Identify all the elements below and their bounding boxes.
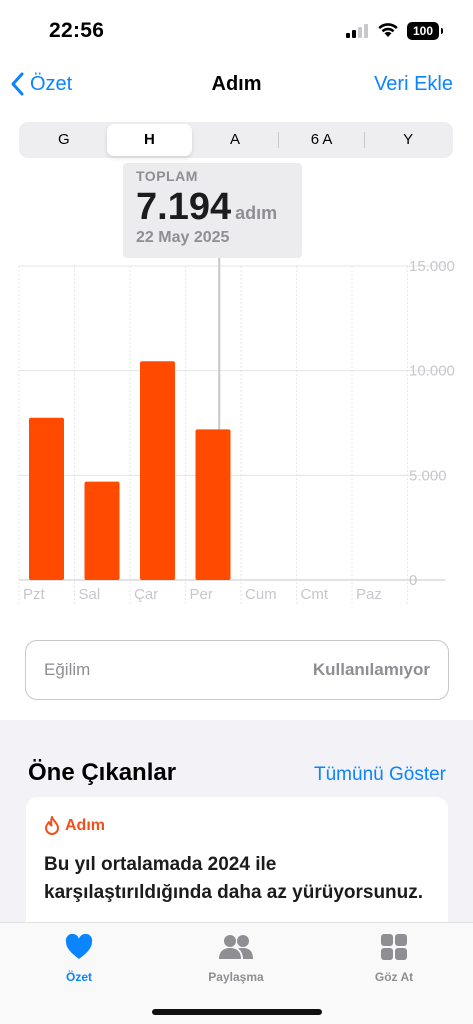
trend-value: Kullanılamıyor: [312, 660, 430, 679]
segment-year[interactable]: Y: [365, 124, 451, 156]
add-data-button[interactable]: Veri Ekle: [374, 73, 453, 96]
chart-bar[interactable]: [84, 481, 120, 580]
y-tick-label: 5.000: [409, 467, 447, 484]
x-tick-label: Per: [190, 586, 213, 603]
battery-icon: 100: [407, 22, 443, 40]
flame-icon: [45, 816, 59, 835]
x-tick-label: Paz: [356, 586, 382, 603]
y-tick-label: 0: [409, 572, 417, 589]
chart-bar[interactable]: [195, 429, 231, 580]
x-tick-label: Cum: [245, 586, 277, 603]
tab-summary[interactable]: Özet: [24, 933, 134, 984]
callout-value: 7.194: [136, 186, 232, 228]
segment-week[interactable]: H: [106, 124, 193, 156]
x-tick-label: Çar: [134, 586, 158, 603]
chart-bar[interactable]: [29, 417, 64, 580]
tab-browse-label: Göz At: [374, 970, 414, 984]
x-tick-label: Cmt: [301, 586, 329, 603]
steps-detail-panel: G H A 6 A Y 0 5.000 10.000 15.000 Pzt Sal Çar P…: [0, 112, 473, 720]
segment-day[interactable]: G: [21, 124, 107, 156]
time-range-segmented-control: G H A 6 A Y: [19, 122, 453, 158]
highlight-category-label: Adım: [65, 816, 105, 834]
home-indicator: [152, 1009, 322, 1015]
grid-icon: [381, 934, 407, 960]
x-tick-label: Sal: [79, 586, 101, 603]
status-time: 22:56: [49, 19, 105, 42]
x-tick-label: Pzt: [23, 586, 46, 603]
show-all-button[interactable]: Tümünü Göster: [314, 764, 446, 786]
signal-icon: [346, 24, 370, 38]
segment-month[interactable]: A: [192, 124, 278, 156]
status-bar: 22:56 100: [0, 0, 473, 60]
trend-card[interactable]: Eğilim Kullanılamıyor: [25, 640, 449, 700]
wifi-icon: [378, 23, 398, 37]
selected-value-callout: TOPLAM 7.194 adım 22 May 2025: [123, 163, 302, 258]
highlight-text: Bu yıl ortalamada 2024 ile karşılaştırıl…: [44, 854, 424, 903]
callout-unit: adım: [235, 203, 278, 223]
callout-label: TOPLAM: [136, 168, 198, 184]
chart-bar[interactable]: [140, 361, 175, 580]
segment-six-months[interactable]: 6 A: [279, 124, 365, 156]
navigation-bar: Özet Adım Veri Ekle: [0, 60, 473, 112]
steps-bar-chart[interactable]: 0 5.000 10.000 15.000 Pzt Sal Çar Per Cum Cmt Paz: [0, 249, 473, 619]
people-icon: [219, 935, 253, 959]
y-tick-label: 10.000: [409, 363, 455, 380]
tab-summary-label: Özet: [65, 970, 92, 984]
callout-date: 22 May 2025: [136, 229, 230, 246]
trend-label: Eğilim: [44, 660, 91, 679]
tab-sharing[interactable]: Paylaşma: [181, 933, 291, 984]
callout-value-row: 7.194 adım: [136, 186, 302, 229]
tab-browse[interactable]: Göz At: [339, 933, 449, 984]
highlights-title: Öne Çıkanlar: [28, 759, 177, 786]
tab-sharing-label: Paylaşma: [208, 970, 264, 984]
heart-icon: [65, 933, 93, 959]
highlight-category: Adım: [44, 816, 105, 835]
y-tick-label: 15.000: [409, 258, 455, 275]
